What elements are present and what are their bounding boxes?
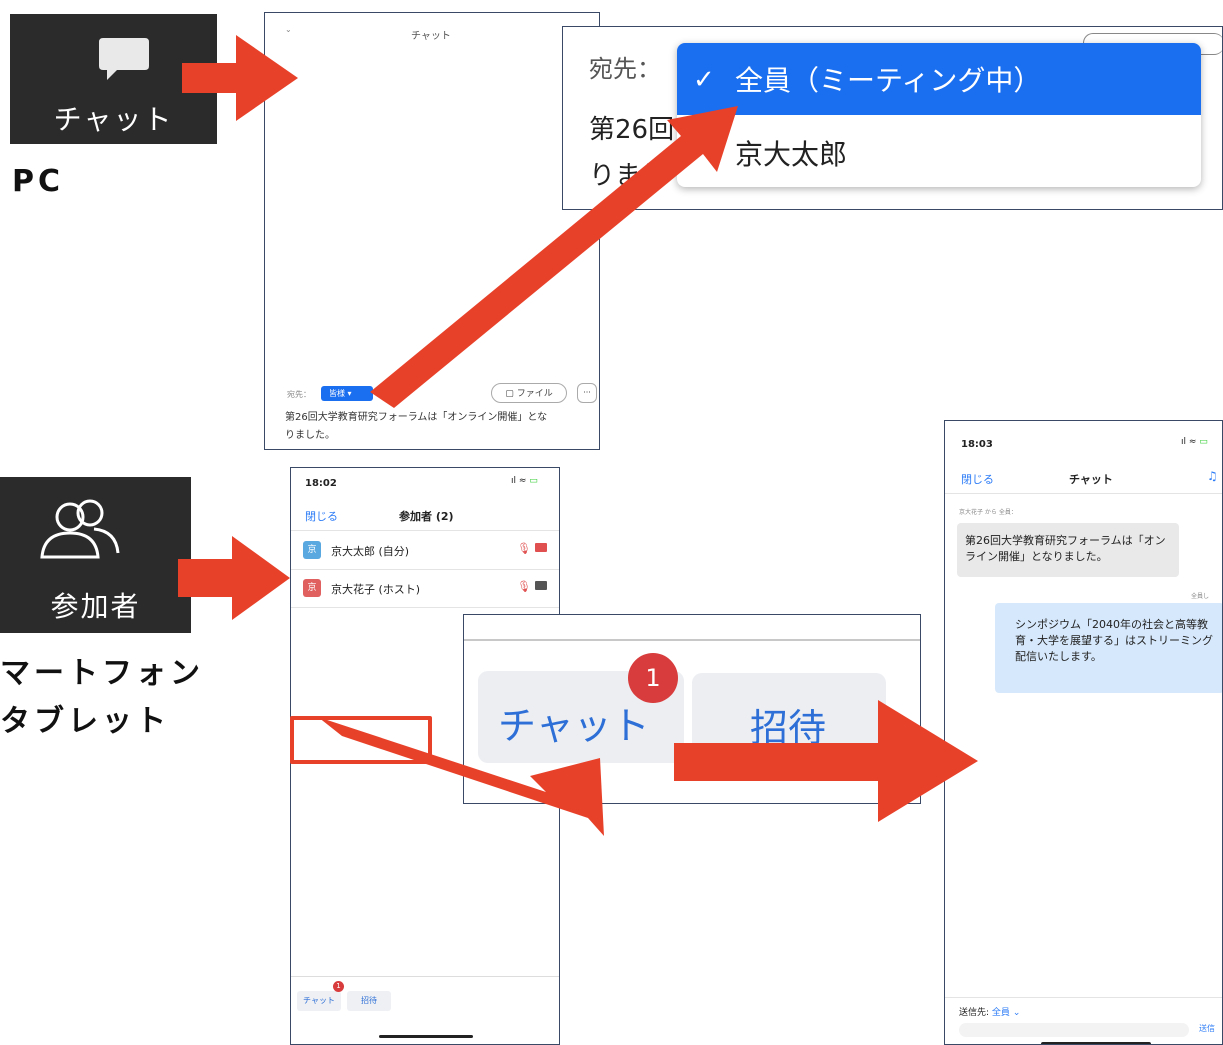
arrow-callout-to-chat bbox=[674, 700, 978, 822]
arrow-chat-to-window bbox=[182, 35, 298, 121]
arrow-participants-to-screen bbox=[178, 536, 290, 620]
arrow-chattab-to-zoom bbox=[318, 717, 604, 836]
annotation-arrows bbox=[178, 35, 978, 836]
arrow-dropdown-to-zoom bbox=[370, 106, 738, 408]
